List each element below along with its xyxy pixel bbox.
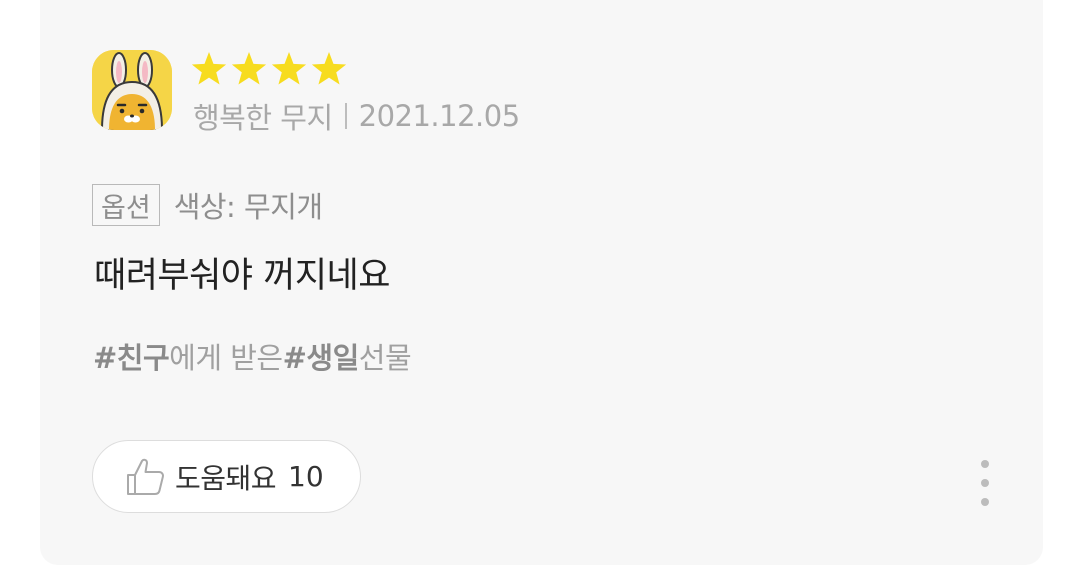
meta-divider: [344, 103, 347, 129]
more-dot: [981, 479, 989, 487]
thumbs-up-icon: [127, 458, 164, 495]
ryan-rabbit-avatar-icon: [92, 50, 172, 130]
star-icon: [271, 52, 307, 85]
tag-text: 에게 받은: [169, 341, 283, 375]
option-row: 옵션 색상: 무지개: [92, 183, 323, 227]
more-dot: [981, 498, 989, 506]
more-dot: [981, 460, 989, 468]
tag-birthday: #생일: [282, 341, 360, 375]
more-vertical-icon[interactable]: [968, 458, 1002, 508]
review-meta: 행복한 무지 2021.12.05: [193, 96, 520, 136]
helpful-label: 도움돼요: [175, 461, 277, 495]
option-value: 색상: 무지개: [173, 190, 323, 224]
review-date: 2021.12.05: [358, 99, 521, 133]
review-body: 때려부숴야 꺼지네요: [94, 255, 390, 296]
star-rating: [190, 50, 348, 90]
helpful-count: 10: [288, 460, 324, 493]
tag-text: 선물: [358, 341, 412, 375]
review-tags: #친구 에게 받은 #생일 선물: [93, 334, 412, 378]
star-icon: [311, 52, 347, 85]
star-icon: [191, 52, 227, 85]
option-badge: 옵션: [92, 184, 160, 226]
star-icon: [231, 52, 267, 85]
author-name: 행복한 무지: [193, 101, 333, 135]
helpful-button[interactable]: 도움돼요 10: [92, 440, 361, 513]
tag-friend: #친구: [93, 341, 170, 375]
